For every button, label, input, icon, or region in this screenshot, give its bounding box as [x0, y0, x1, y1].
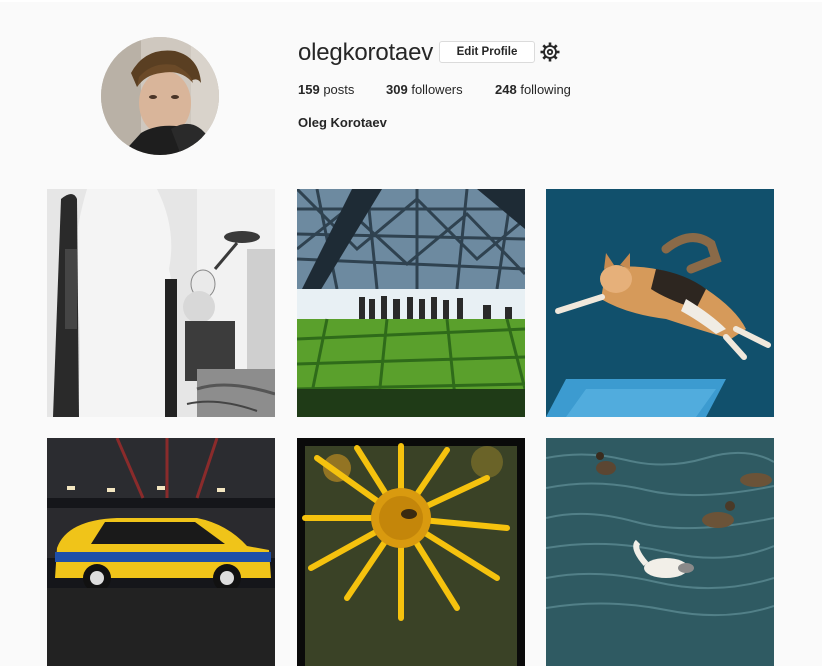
avatar-photo: [101, 37, 219, 155]
stat-count: 159: [298, 82, 320, 97]
profile-full-name: Oleg Korotaev: [298, 115, 387, 130]
stat-label: followers: [411, 82, 463, 97]
stat-following[interactable]: 248 following: [495, 82, 571, 97]
profile-avatar[interactable]: [101, 37, 219, 155]
edit-profile-button[interactable]: Edit Profile: [439, 41, 535, 63]
post-photo-cat: [546, 189, 774, 417]
post-photo-flower: [297, 438, 525, 666]
post-thumbnail[interactable]: [47, 438, 275, 666]
post-photo-mannequin: [47, 189, 275, 417]
profile-username: olegkorotaev: [298, 39, 434, 66]
post-thumbnail[interactable]: [297, 438, 525, 666]
post-thumbnail[interactable]: [47, 189, 275, 417]
stat-posts: 159 posts: [298, 82, 354, 97]
post-photo-police-car: [47, 438, 275, 666]
post-photo-ducks: [546, 438, 774, 666]
post-thumbnail[interactable]: [297, 189, 525, 417]
stat-label: posts: [323, 82, 355, 97]
post-thumbnail[interactable]: [546, 438, 774, 666]
post-thumbnail[interactable]: [546, 189, 774, 417]
gear-icon[interactable]: [539, 41, 561, 63]
stat-followers[interactable]: 309 followers: [386, 82, 463, 97]
stat-count: 309: [386, 82, 408, 97]
stat-label: following: [520, 82, 571, 97]
stat-count: 248: [495, 82, 517, 97]
post-photo-canopy: [297, 189, 525, 417]
top-border: [0, 0, 822, 2]
